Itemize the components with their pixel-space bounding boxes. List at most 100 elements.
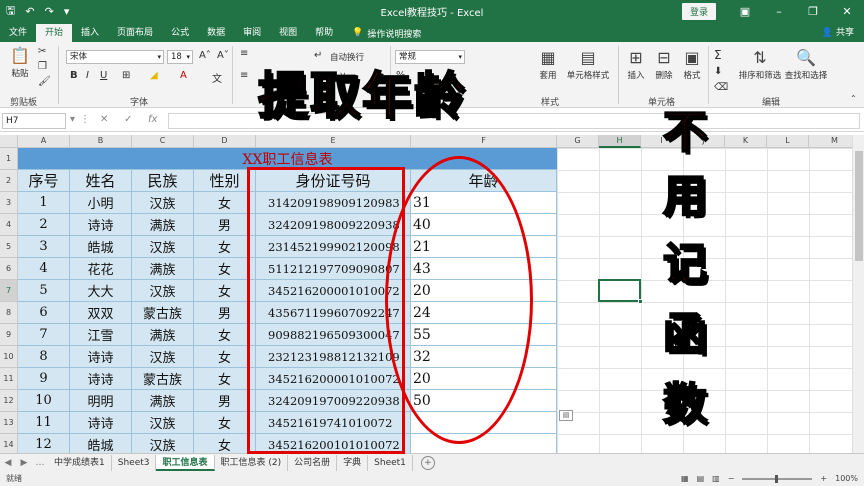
redo-icon[interactable]: ↷ <box>45 5 54 18</box>
cut-icon[interactable]: ✂ <box>38 46 46 57</box>
row-header[interactable]: 6 <box>0 258 18 280</box>
tell-me-search[interactable]: 💡 操作说明搜索 <box>342 24 421 42</box>
tab-help[interactable]: 帮助 <box>306 24 342 42</box>
table-cell[interactable]: 汉族 <box>132 346 194 368</box>
ribbon-display-icon[interactable]: ▣ <box>728 5 762 18</box>
column-header[interactable]: G <box>557 135 599 148</box>
page-layout-view-icon[interactable]: ▤ <box>697 474 705 483</box>
table-cell[interactable]: 汉族 <box>132 434 194 453</box>
row-header[interactable]: 1 <box>0 148 18 170</box>
row-header[interactable]: 11 <box>0 368 18 390</box>
tab-home[interactable]: 开始 <box>36 24 73 42</box>
name-box[interactable]: H7 <box>2 113 66 129</box>
grow-font-icon[interactable]: A˄ <box>199 50 211 61</box>
close-icon[interactable]: ✕ <box>830 5 864 18</box>
active-cell[interactable] <box>598 279 643 304</box>
find-select-button[interactable]: 🔍 查找和选择 <box>784 48 828 81</box>
column-header[interactable]: L <box>767 135 809 148</box>
cell-styles-button[interactable]: ▤ 单元格样式 <box>566 48 610 81</box>
scroll-thumb[interactable] <box>855 151 863 261</box>
table-cell[interactable]: 汉族 <box>132 412 194 434</box>
font-color-icon[interactable]: A <box>180 70 187 81</box>
table-cell[interactable]: 蒙古族 <box>132 368 194 390</box>
column-header[interactable]: M <box>809 135 852 148</box>
table-cell[interactable]: 皓城 <box>70 434 132 453</box>
column-title[interactable]: 姓名 <box>70 170 132 192</box>
login-button[interactable]: 登录 <box>681 2 716 20</box>
save-icon[interactable]: 🖫 <box>6 2 15 21</box>
row-header[interactable]: 3 <box>0 192 18 214</box>
row-header[interactable]: 13 <box>0 412 18 434</box>
cancel-icon[interactable]: ✕ <box>100 114 108 125</box>
table-cell[interactable]: 诗诗 <box>70 412 132 434</box>
tab-insert[interactable]: 插入 <box>72 24 108 42</box>
table-cell[interactable]: 皓城 <box>70 236 132 258</box>
table-cell[interactable]: 诗诗 <box>70 368 132 390</box>
row-header[interactable]: 8 <box>0 302 18 324</box>
column-header[interactable]: E <box>256 135 411 148</box>
italic-icon[interactable]: I <box>86 70 89 81</box>
sheet-tab[interactable]: 公司名册 <box>288 454 338 471</box>
fill-color-icon[interactable]: ◢ <box>150 70 158 81</box>
tab-formulas[interactable]: 公式 <box>162 24 198 42</box>
normal-view-icon[interactable]: ▦ <box>681 474 689 483</box>
sheet-tab[interactable]: 字典 <box>337 454 369 471</box>
row-header[interactable]: 10 <box>0 346 18 368</box>
table-cell[interactable]: 小明 <box>70 192 132 214</box>
tab-file[interactable]: 文件 <box>0 24 36 42</box>
zoom-in-icon[interactable]: + <box>820 474 827 483</box>
column-header[interactable]: H <box>599 135 641 148</box>
table-cell[interactable]: 5 <box>18 280 70 302</box>
column-header[interactable]: D <box>194 135 256 148</box>
format-as-table-button[interactable]: ▦ 套用 <box>536 48 560 81</box>
table-cell[interactable]: 诗诗 <box>70 346 132 368</box>
table-cell[interactable]: 满族 <box>132 390 194 412</box>
minimize-icon[interactable]: – <box>762 5 796 18</box>
table-cell[interactable]: 9 <box>18 368 70 390</box>
table-cell[interactable]: 蒙古族 <box>132 302 194 324</box>
insert-function-icon[interactable]: fx <box>148 114 157 125</box>
column-header[interactable]: B <box>70 135 132 148</box>
table-cell[interactable]: 12 <box>18 434 70 453</box>
vertical-scrollbar[interactable] <box>852 135 864 453</box>
table-cell[interactable]: 汉族 <box>132 280 194 302</box>
tab-view[interactable]: 视图 <box>270 24 306 42</box>
add-sheet-icon[interactable]: + <box>420 455 435 470</box>
collapse-ribbon-icon[interactable]: ⌃ <box>850 94 857 103</box>
sheet-tab[interactable]: Sheet1 <box>368 454 413 471</box>
table-cell[interactable]: 汉族 <box>132 192 194 214</box>
tab-review[interactable]: 审阅 <box>234 24 270 42</box>
table-cell[interactable]: 汉族 <box>132 236 194 258</box>
insert-cells-button[interactable]: ⊞ 插入 <box>624 48 648 81</box>
paste-button[interactable]: 📋 粘贴 <box>6 46 34 79</box>
table-cell[interactable]: 满族 <box>132 258 194 280</box>
font-name-combo[interactable]: 宋体 ▾ <box>66 50 164 64</box>
column-header[interactable]: A <box>18 135 70 148</box>
table-cell[interactable]: 7 <box>18 324 70 346</box>
paste-options-icon[interactable]: ▤ <box>559 410 573 421</box>
copy-icon[interactable]: ❐ <box>38 61 47 72</box>
scroll-sheets-right-icon[interactable]: ▶ <box>16 458 32 468</box>
table-cell[interactable]: 2 <box>18 214 70 236</box>
name-box-dropdown-icon[interactable]: ▾ <box>70 114 75 125</box>
table-cell[interactable]: 1 <box>18 192 70 214</box>
enter-icon[interactable]: ✓ <box>124 114 132 125</box>
column-header[interactable]: K <box>725 135 767 148</box>
column-title[interactable]: 序号 <box>18 170 70 192</box>
zoom-level[interactable]: 100% <box>835 474 858 483</box>
table-cell[interactable]: 明明 <box>70 390 132 412</box>
shrink-font-icon[interactable]: A˅ <box>217 50 229 61</box>
align-left-icon[interactable]: ≡ <box>240 70 248 81</box>
sheet-tab[interactable]: Sheet3 <box>112 454 157 471</box>
table-cell[interactable]: 11 <box>18 412 70 434</box>
sheet-tab[interactable]: 职工信息表 (2) <box>215 454 289 471</box>
table-cell[interactable]: 诗诗 <box>70 214 132 236</box>
table-cell[interactable]: 花花 <box>70 258 132 280</box>
table-cell[interactable]: 大大 <box>70 280 132 302</box>
undo-icon[interactable]: ↶ <box>25 5 34 18</box>
column-header[interactable]: F <box>411 135 557 148</box>
align-top-icon[interactable]: ≡ <box>240 48 248 59</box>
format-cells-button[interactable]: ▣ 格式 <box>680 48 704 81</box>
table-cell[interactable]: 10 <box>18 390 70 412</box>
age-cell[interactable] <box>411 434 557 453</box>
